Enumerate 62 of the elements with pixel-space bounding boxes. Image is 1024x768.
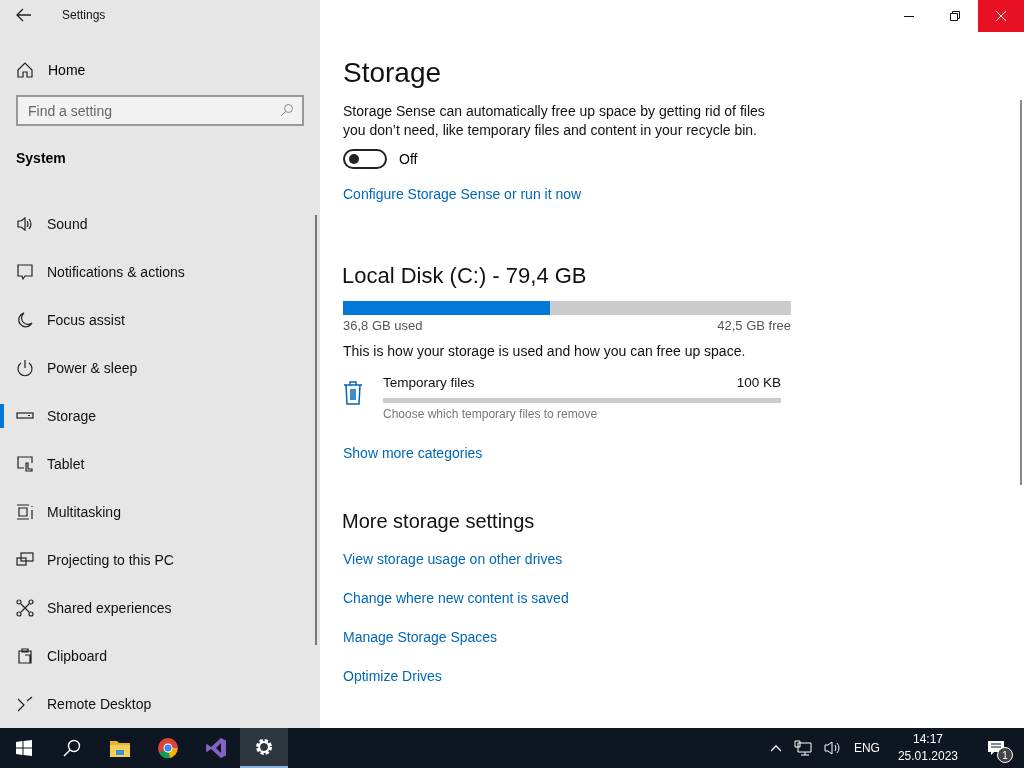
sidebar-item[interactable]: Clipboard [0, 632, 320, 680]
home-link[interactable]: Home [16, 54, 320, 86]
message-icon [16, 263, 34, 281]
close-icon [996, 11, 1006, 21]
ribbon-logo-icon [204, 736, 228, 760]
sidebar-item[interactable]: Sound [0, 200, 320, 248]
category-row[interactable]: Temporary files 100 KB Choose which temporary files to remove [383, 375, 781, 421]
disk-heading: Local Disk (C:) - 79,4 GB [342, 262, 588, 290]
sidebar-item[interactable]: Projecting to this PC [0, 536, 320, 584]
sidebar-item[interactable]: Focus assist [0, 296, 320, 344]
multitasking-icon [16, 503, 34, 521]
back-arrow-icon[interactable] [16, 8, 32, 23]
minimize-icon [904, 15, 914, 17]
section-heading: System [16, 150, 67, 166]
page-title: Storage [343, 56, 443, 90]
storage-sense-description: Storage Sense can automatically free up space by getting rid of files you don’t need, like temporary files and content in your recycle bin. [343, 102, 766, 140]
category-hint: Choose which temporary files to remove [383, 407, 599, 421]
show-more-link[interactable]: Show more categories [343, 445, 483, 461]
taskbar-app[interactable] [240, 728, 288, 768]
toggle-label: Off [399, 151, 418, 167]
tablet-icon [16, 455, 34, 473]
settings-link[interactable]: Manage Storage Spaces [343, 628, 498, 647]
network-icon[interactable] [793, 740, 812, 756]
sidebar-item[interactable]: Tablet [0, 440, 320, 488]
category-name: Temporary files [383, 375, 475, 390]
language-indicator[interactable]: ENG [853, 741, 880, 755]
speaker-icon [16, 215, 34, 233]
settings-link[interactable]: Optimize Drives [343, 667, 442, 686]
clipboard-icon [16, 647, 34, 665]
notification-button[interactable]: 1 [976, 728, 1016, 768]
browser-icon [156, 736, 180, 760]
sidebar-item[interactable]: Power & sleep [0, 344, 320, 392]
power-icon [16, 359, 34, 377]
clock[interactable]: 14:17 25.01.2023 [891, 731, 964, 765]
window-title: Settings [62, 8, 106, 23]
restore-icon [950, 11, 960, 21]
notification-count: 1 [997, 747, 1013, 763]
sidebar-item[interactable]: Multitasking [0, 488, 320, 536]
sidebar-item[interactable]: Remote Desktop [0, 680, 320, 728]
moon-icon [16, 311, 34, 329]
used-label: 36,8 GB used [343, 318, 423, 333]
category-size: 100 KB [736, 375, 781, 390]
settings-link[interactable]: Change where new content is saved [343, 589, 569, 608]
sidebar-item[interactable]: Shared experiences [0, 584, 320, 632]
search-field[interactable]: Find a setting [16, 95, 304, 126]
configure-link[interactable]: Configure Storage Sense or run it now [343, 186, 582, 202]
windows-logo-icon [16, 740, 32, 756]
settings-link[interactable]: View storage usage on other drives [343, 550, 563, 569]
home-icon [16, 61, 34, 80]
chevron-up-icon[interactable] [769, 744, 782, 752]
search-icon [63, 739, 81, 757]
toggle-switch[interactable] [343, 149, 387, 169]
section-heading: More storage settings [342, 509, 536, 534]
storage-note: This is how your storage is used and how you can free up space. [343, 342, 747, 361]
trash-icon [343, 381, 363, 405]
speaker-icon[interactable] [823, 740, 842, 756]
search-icon [280, 103, 294, 117]
remote-icon [16, 695, 34, 713]
sidebar-item[interactable]: Notifications & actions [0, 248, 320, 296]
network-nodes-icon [16, 599, 34, 617]
monitor-icon [16, 551, 34, 569]
free-label: 42,5 GB free [717, 318, 791, 333]
